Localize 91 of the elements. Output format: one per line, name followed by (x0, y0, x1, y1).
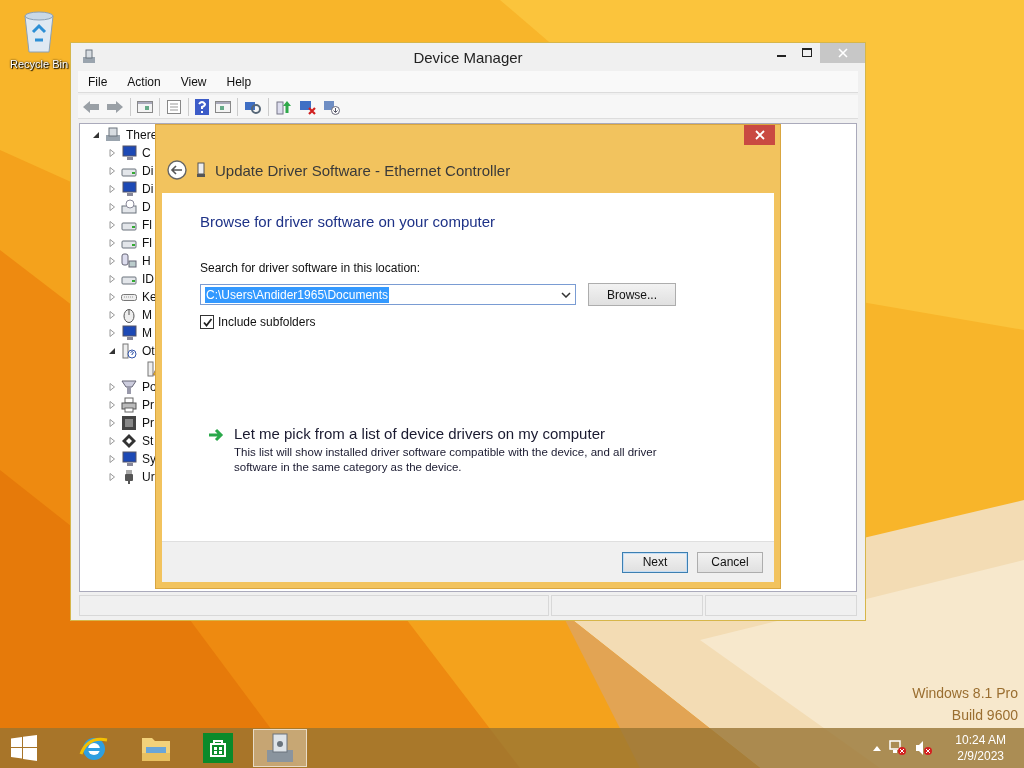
expand-arrow-icon[interactable] (108, 329, 116, 338)
expand-arrow-icon[interactable] (108, 419, 116, 428)
tree-item[interactable]: Fl (142, 218, 152, 233)
device-manager-icon (265, 732, 295, 764)
device-manager-icon (81, 49, 97, 66)
back-icon[interactable] (167, 160, 187, 180)
monitor-icon (121, 325, 137, 342)
monitor-icon (121, 145, 137, 162)
collapse-arrow-icon[interactable] (108, 347, 116, 356)
processor-icon (121, 415, 137, 432)
window-title: Device Manager (413, 49, 523, 66)
network-error-icon[interactable] (889, 740, 908, 756)
device-manager-taskbar-button[interactable] (253, 729, 307, 767)
location-value: C:\Users\Andider1965\Documents (205, 286, 390, 303)
expand-arrow-icon[interactable] (108, 473, 116, 482)
expand-arrow-icon[interactable] (108, 383, 116, 392)
tree-item[interactable]: M (142, 326, 152, 341)
computer-icon (105, 127, 121, 144)
storage-controller-icon (121, 433, 137, 450)
minimize-icon (776, 55, 786, 57)
tree-item[interactable]: M (142, 308, 152, 323)
tree-item[interactable]: Ur (142, 470, 155, 485)
mouse-icon (121, 307, 137, 324)
tree-item[interactable]: Fl (142, 236, 152, 251)
dropdown-icon[interactable] (561, 291, 571, 298)
collapse-arrow-icon[interactable] (92, 131, 100, 140)
close-button[interactable] (744, 125, 775, 145)
menu-item[interactable]: View (170, 74, 217, 89)
store-icon (203, 733, 233, 763)
expand-arrow-icon[interactable] (108, 437, 116, 446)
expand-arrow-icon[interactable] (108, 149, 116, 158)
watermark-text: Build 9600 (951, 707, 1018, 723)
console-tree-icon[interactable] (137, 98, 153, 115)
menu-item[interactable]: File (78, 74, 118, 89)
expand-arrow-icon[interactable] (108, 167, 116, 176)
input-device-icon (121, 253, 137, 270)
arrow-icon[interactable] (208, 428, 224, 442)
update-driver-icon[interactable] (275, 98, 293, 115)
close-icon (754, 130, 765, 140)
tree-item[interactable]: D (142, 200, 151, 215)
unknown-device-icon (121, 343, 137, 360)
watermark-text: Windows 8.1 Pro (912, 685, 1018, 701)
tree-item[interactable]: C (142, 146, 151, 161)
tree-item[interactable]: Pr (142, 398, 154, 413)
port-icon (121, 379, 137, 396)
option-description: This list will show installed driver software compatible with the device, and all driver software in the same category as the device. (234, 445, 658, 475)
checkbox-label[interactable]: Include subfolders (218, 315, 316, 329)
tree-item[interactable]: Pr (142, 416, 154, 431)
expand-arrow-icon[interactable] (108, 257, 116, 266)
monitor-icon (121, 181, 137, 198)
expand-arrow-icon[interactable] (108, 203, 116, 212)
field-label: Search for driver software in this location: (200, 261, 422, 275)
expand-arrow-icon[interactable] (108, 455, 116, 464)
menu-item[interactable]: Action (117, 74, 171, 89)
properties-icon[interactable] (166, 98, 182, 115)
expand-arrow-icon[interactable] (108, 401, 116, 410)
expand-arrow-icon[interactable] (108, 311, 116, 320)
dialog-heading: Browse for driver software on your computer (200, 213, 497, 230)
pick-driver-link[interactable]: Let me pick from a list of device drivers on my computer (234, 425, 694, 442)
maximize-icon (802, 48, 812, 58)
tree-item[interactable]: St (142, 434, 154, 449)
checkbox[interactable] (200, 315, 214, 329)
browse-button[interactable]: Browse... (588, 283, 676, 306)
start-icon[interactable] (11, 735, 37, 761)
uninstall-icon[interactable] (299, 98, 317, 115)
cancel-button[interactable]: Cancel (697, 551, 763, 573)
printer-icon (121, 397, 137, 414)
network-adapter-icon (197, 162, 205, 178)
tree-item[interactable]: Sy (142, 452, 156, 467)
menu-item[interactable]: Help (216, 74, 262, 89)
enable-device-icon[interactable] (323, 98, 341, 115)
tree-item[interactable]: Di (142, 164, 154, 179)
help-icon[interactable] (195, 98, 209, 115)
action-pane-icon[interactable] (215, 98, 231, 115)
forward-icon[interactable] (106, 98, 124, 115)
expand-arrow-icon[interactable] (108, 275, 116, 284)
volume-muted-icon[interactable] (915, 740, 934, 756)
expand-arrow-icon[interactable] (108, 221, 116, 230)
tree-item[interactable]: ID (142, 272, 154, 287)
tree-item[interactable]: Di (142, 182, 154, 197)
dialog-title: Update Driver Software - Ethernet Controller (215, 161, 511, 179)
close-icon (837, 48, 848, 58)
next-button[interactable]: Next (622, 551, 688, 573)
tree-item[interactable]: H (142, 254, 151, 269)
expand-arrow-icon[interactable] (108, 239, 116, 248)
expand-arrow-icon[interactable] (108, 293, 116, 302)
expand-arrow-icon[interactable] (108, 185, 116, 194)
show-hidden-icons-icon[interactable] (873, 745, 882, 751)
monitor-icon (121, 451, 137, 468)
tree-item[interactable]: Ot (142, 344, 155, 359)
disc-drive-icon (121, 199, 137, 216)
